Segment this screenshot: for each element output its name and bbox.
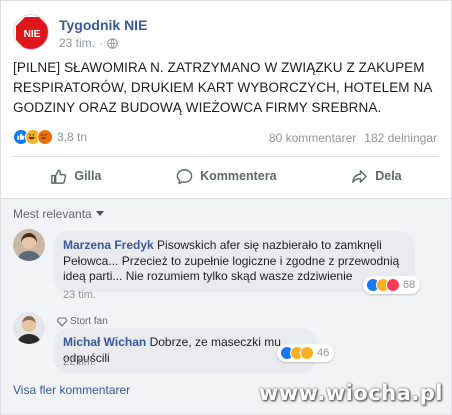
wow-icon [300,346,314,360]
logo-text: NIE [24,29,41,40]
comments-count[interactable]: 80 kommentarer [269,131,356,145]
comment-reaction-count: 68 [403,279,416,291]
comment-icon [176,168,193,184]
top-fan-badge: Stort fan [57,316,108,327]
badge-label: Stort fan [70,316,108,327]
sort-dropdown[interactable]: Mest relevanta [13,207,104,221]
like-label: Gilla [74,169,102,183]
post-time[interactable]: 23 tim. [59,36,95,50]
comment-bubble: Marzena Fredyk Pisowskich afer się nazbi… [53,231,415,292]
share-button[interactable]: Dela [351,168,402,185]
commenter-avatar[interactable] [13,312,45,344]
share-icon [352,169,368,183]
comment-label: Kommentera [200,169,277,183]
nie-logo: NIE [16,17,48,49]
facebook-post: NIE Tygodnik NIE 23 tim. · [PILNE] SŁAWO… [0,0,452,415]
caret-down-icon [95,211,104,216]
divider [13,156,439,157]
share-label: Dela [375,169,402,183]
comment-time[interactable]: 23 tim. [63,289,96,301]
shares-count[interactable]: 182 delningar [364,131,437,145]
comments-section: Mest relevanta Marzena Fredyk Pisowskich… [1,198,451,414]
comment-author[interactable]: Marzena Fredyk [63,238,154,252]
post-text: [PILNE] SŁAWOMIRA N. ZATRZYMANO W ZWIĄZK… [13,60,432,115]
page-name[interactable]: Tygodnik NIE [59,17,147,33]
post-stats: 80 kommentarer 182 delningar [269,131,437,145]
comment-button[interactable]: Kommentera [176,168,277,185]
commenter-avatar[interactable] [13,229,45,261]
love-icon [386,278,400,292]
post-actions: Gilla Kommentera Dela [13,161,439,191]
post-meta: 23 tim. · [59,36,118,50]
sort-label: Mest relevanta [13,207,92,221]
angry-icon [37,129,53,145]
watermark: www.wiocha.pl [258,381,443,405]
comment-reactions[interactable]: 46 [277,344,335,362]
comment-time[interactable]: 22 tim. [63,356,96,368]
reaction-count: 3,8 tn [57,130,88,144]
globe-icon [107,37,118,49]
like-button[interactable]: Gilla [50,168,101,185]
view-more-comments-link[interactable]: Visa fler kommentarer [13,383,130,397]
thumbs-up-icon [51,169,67,184]
comment-author[interactable]: Michał Wichan [63,335,146,349]
page-avatar[interactable]: NIE [13,14,49,50]
comment-reaction-count: 46 [317,347,330,359]
reactions-summary[interactable]: 3,8 tn [13,129,87,145]
diamond-icon [57,317,67,327]
comment-reactions[interactable]: 68 [363,276,421,294]
